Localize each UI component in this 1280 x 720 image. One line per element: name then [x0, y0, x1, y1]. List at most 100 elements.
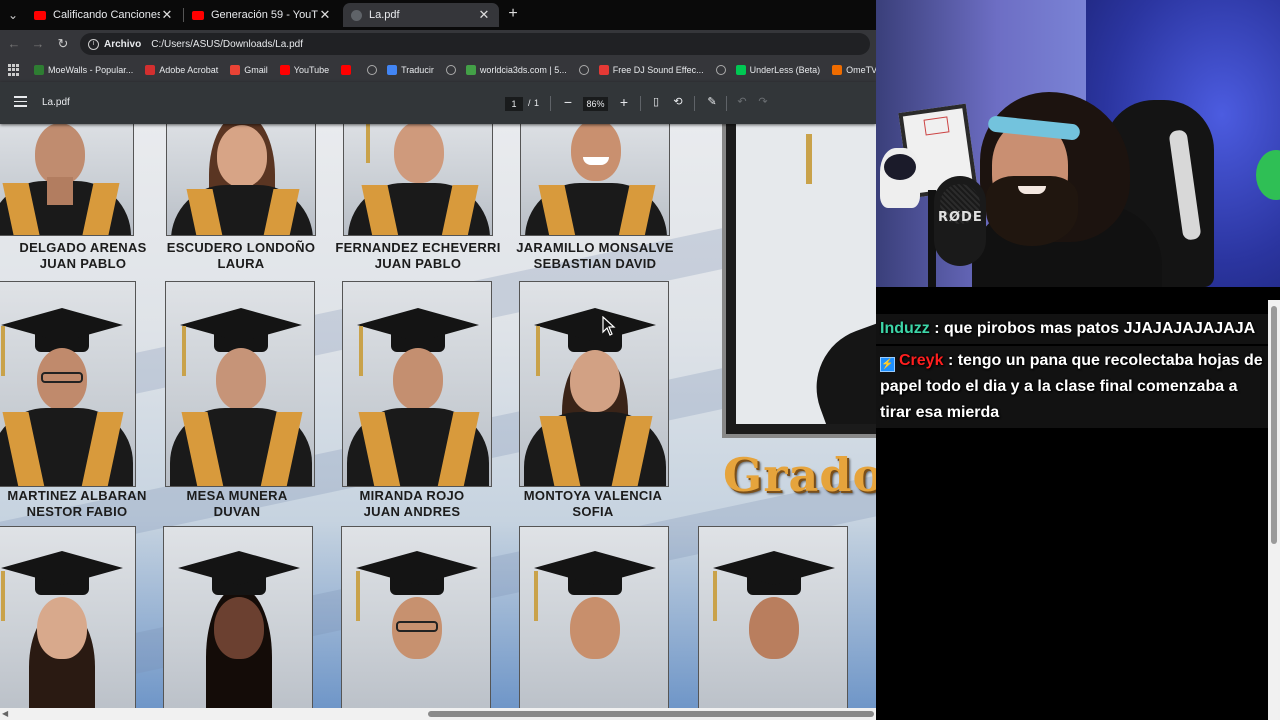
stream-chat-overlay: Induzz : que pirobos mas patos JJAJAJAJA… — [876, 314, 1268, 430]
close-tab-icon[interactable]: ✕ — [318, 7, 332, 23]
bookmark-label: YouTube — [293, 65, 330, 75]
chat-username: Creyk — [899, 352, 944, 369]
bookmark-label: MoeWalls - Popular... — [48, 65, 134, 75]
annotate-pen-icon[interactable]: ✎ — [706, 96, 718, 108]
student-photo — [519, 526, 669, 708]
chat-text: : que pirobos mas patos JJAJAJAJAJAJA — [934, 320, 1256, 337]
toolbar-divider — [726, 96, 727, 111]
bookmark-traducir[interactable]: Traducir — [387, 65, 434, 75]
toolbar-divider — [694, 96, 695, 111]
student-photo — [165, 281, 315, 487]
pdf-page: DELGADO ARENAS JUAN PABLO ESCUDERO LONDOÑ… — [0, 124, 876, 708]
pdf-viewport[interactable]: DELGADO ARENAS JUAN PABLO ESCUDERO LONDOÑ… — [0, 124, 876, 708]
back-arrow-icon[interactable]: ← — [6, 36, 22, 52]
grade-banner-title: Grado Bachiller - 2018 — [723, 448, 876, 502]
mouse-cursor-icon — [602, 316, 616, 336]
bookmark-label: UnderLess (Beta) — [749, 65, 821, 75]
chat-username: Induzz — [880, 320, 930, 337]
browser-toolbar: ← → ↻ i Archivo C:/Users/ASUS/Downloads/… — [0, 30, 876, 58]
student-photo — [163, 526, 313, 708]
bookmark-moewalls[interactable]: MoeWalls - Popular... — [34, 65, 133, 75]
new-tab-plus-icon[interactable]: + — [504, 5, 522, 23]
student-photo — [342, 281, 492, 487]
bookmark-favicon-icon — [230, 65, 241, 75]
bookmark-label: Free DJ Sound Effec... — [612, 65, 704, 75]
bookmark-underless[interactable]: UnderLess (Beta) — [735, 65, 821, 75]
horizontal-scrollbar[interactable]: ◀ — [0, 708, 876, 720]
redo-icon[interactable]: ↷ — [757, 96, 769, 108]
info-icon[interactable]: i — [88, 38, 99, 50]
bookmark-youtube-icon-only[interactable] — [341, 65, 355, 75]
tab-search-chevron-icon[interactable]: ⌄ — [4, 6, 22, 24]
globe-icon[interactable] — [367, 65, 378, 75]
bookmark-label: worldcia3ds.com | 5... — [479, 65, 567, 75]
reload-icon[interactable]: ↻ — [55, 36, 71, 52]
framed-group-photo — [726, 124, 876, 434]
student-photo — [0, 526, 136, 708]
youtube-icon — [34, 10, 46, 20]
chat-message: ⚡ Creyk : tengo un pana que recolectaba h… — [876, 346, 1268, 428]
horizontal-scroll-thumb[interactable] — [428, 711, 874, 717]
toolbar-divider — [550, 96, 551, 111]
site-chip-label[interactable]: Archivo — [104, 39, 141, 50]
chat-badge-icon: ⚡ — [880, 357, 895, 372]
bookmark-favicon-icon — [598, 65, 609, 75]
rotate-icon[interactable]: ⟲ — [672, 96, 684, 108]
page-total: 1 — [534, 98, 540, 108]
student-name: MONTOYA VALENCIA SOFIA — [523, 488, 663, 519]
bookmark-free-dj-sound[interactable]: Free DJ Sound Effec... — [598, 65, 704, 75]
youtube-icon — [192, 10, 204, 20]
bookmark-favicon-icon — [145, 65, 156, 75]
streamer-smile — [1018, 186, 1046, 194]
vertical-scroll-thumb[interactable] — [1271, 306, 1277, 544]
scroll-left-arrow-icon[interactable]: ◀ — [2, 709, 8, 718]
bookmark-label: Gmail — [244, 65, 268, 75]
apps-grid-icon[interactable] — [8, 64, 20, 76]
tab-strip: ⌄ Calificando Canciones de Youtu ✕ Gener… — [0, 0, 876, 30]
address-bar[interactable]: i Archivo C:/Users/ASUS/Downloads/La.pdf — [80, 33, 870, 55]
bookmark-gmail[interactable]: Gmail — [230, 65, 268, 75]
microphone: RØDE — [934, 176, 986, 266]
bookmark-favicon-icon — [465, 65, 476, 75]
bookmark-favicon-icon — [735, 65, 746, 75]
bookmark-label: Traducir — [401, 65, 434, 75]
bookmark-favicon-icon — [279, 65, 290, 75]
student-name: ESCUDERO LONDOÑO LAURA — [166, 240, 316, 271]
fit-page-icon[interactable]: ▯ — [650, 96, 662, 108]
close-tab-icon[interactable]: ✕ — [477, 7, 491, 23]
bookmark-worldcia3ds[interactable]: worldcia3ds.com | 5... — [465, 65, 567, 75]
bookmark-label: OmeTV Video Chat... — [846, 65, 876, 75]
undo-icon[interactable]: ↶ — [736, 96, 748, 108]
bookmark-youtube[interactable]: YouTube — [279, 65, 330, 75]
zoom-level-input[interactable]: 86% — [583, 97, 608, 111]
bookmark-ometv[interactable]: OmeTV Video Chat... — [832, 65, 876, 75]
pdf-title: La.pdf — [42, 97, 70, 108]
zoom-out-icon[interactable]: − — [560, 94, 576, 110]
bookmarks-bar: MoeWalls - Popular... Adobe Acrobat Gmai… — [0, 58, 876, 82]
student-name: JARAMILLO MONSALVE SEBASTIAN DAVID — [516, 240, 674, 271]
globe-icon[interactable] — [445, 65, 456, 75]
vertical-scrollbar[interactable] — [1268, 300, 1280, 720]
bookmark-favicon-icon — [34, 65, 44, 75]
page-number-input[interactable]: 1 — [505, 97, 523, 111]
globe-icon[interactable] — [578, 65, 589, 75]
forward-arrow-icon[interactable]: → — [30, 36, 46, 52]
close-tab-icon[interactable]: ✕ — [160, 7, 174, 23]
page-separator: / — [528, 98, 531, 108]
zoom-in-icon[interactable]: + — [616, 94, 632, 110]
student-photo — [343, 124, 493, 236]
tab-la-pdf[interactable]: La.pdf ✕ — [343, 3, 499, 27]
tab-title: La.pdf — [369, 9, 400, 21]
pdf-toolbar: La.pdf 1 / 1 − 86% + ▯ ⟲ ✎ ↶ ↷ — [0, 82, 876, 124]
toolbar-divider — [640, 96, 641, 111]
mic-brand-logo: RØDE — [938, 210, 983, 225]
student-photo — [0, 124, 134, 236]
pdf-menu-icon[interactable] — [14, 96, 27, 108]
student-photo — [166, 124, 316, 236]
tab-calificando-canciones[interactable]: Calificando Canciones de Youtu ✕ — [26, 3, 182, 27]
globe-icon[interactable] — [715, 65, 726, 75]
tab-generacion-59[interactable]: Generación 59 - YouTube ✕ — [184, 3, 340, 27]
bookmark-adobe-acrobat[interactable]: Adobe Acrobat — [145, 65, 218, 75]
bookmark-favicon-icon — [387, 65, 398, 75]
url-text[interactable]: C:/Users/ASUS/Downloads/La.pdf — [151, 39, 303, 50]
